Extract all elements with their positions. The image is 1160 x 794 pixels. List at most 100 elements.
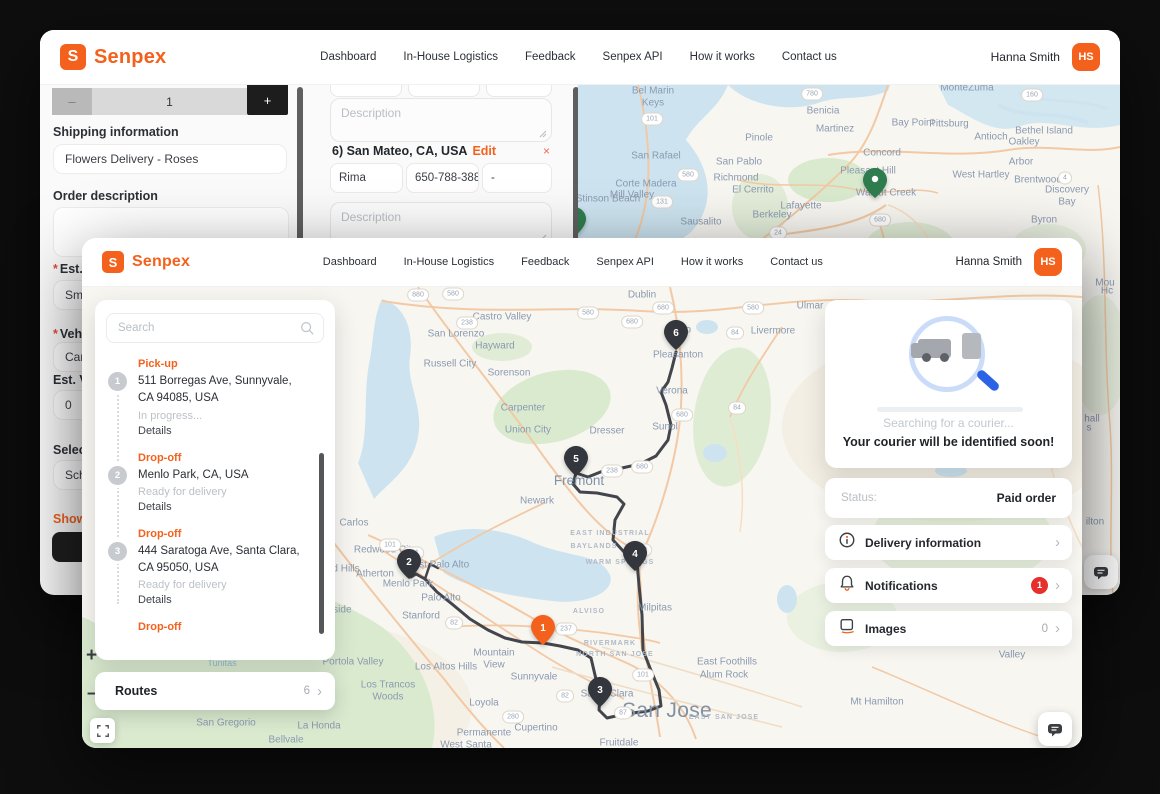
- svg-text:6: 6: [673, 328, 679, 339]
- fullscreen-icon: [96, 724, 110, 738]
- stop-address: 444 Saratoga Ave, Santa Clara, CA 95050,…: [138, 543, 310, 578]
- map-marker-5[interactable]: 5: [564, 446, 588, 481]
- menu-row-delivery-information[interactable]: Delivery information›: [825, 525, 1072, 560]
- nav-links: Dashboard In-House Logistics Feedback Senpe…: [320, 51, 837, 63]
- bell-icon: [838, 574, 856, 597]
- notification-badge: 1: [1031, 577, 1048, 594]
- status-value: Paid order: [997, 491, 1056, 505]
- input-stub[interactable]: [408, 85, 480, 97]
- field-label: *Est.: [53, 262, 83, 276]
- field-label: *Vehi: [53, 327, 86, 341]
- chevron-right-icon: ›: [1055, 621, 1060, 636]
- map-marker-3[interactable]: 3: [588, 677, 612, 712]
- nav-item-how-it-works[interactable]: How it works: [690, 51, 755, 63]
- stop-type: Drop-off: [138, 621, 310, 633]
- user-avatar[interactable]: HS: [1034, 248, 1062, 276]
- map-marker[interactable]: [578, 207, 586, 242]
- nav-item-in-house-logistics[interactable]: In-House Logistics: [403, 51, 498, 63]
- stop-6-remove-icon[interactable]: ×: [543, 144, 550, 158]
- svg-text:2: 2: [406, 557, 412, 568]
- courier-message: Your courier will be identified soon!: [825, 435, 1072, 449]
- stop-6-edit-link[interactable]: Edit: [472, 144, 496, 158]
- order-description-label: Order description: [53, 189, 158, 203]
- stop-status: Ready for delivery: [138, 486, 249, 498]
- search-box: [106, 313, 324, 343]
- senpex-logo[interactable]: S Senpex: [60, 44, 166, 70]
- input-stub[interactable]: [330, 85, 402, 97]
- user-name: Hanna Smith: [991, 50, 1060, 64]
- map-marker-6[interactable]: 6: [664, 320, 688, 355]
- nav-item-feedback[interactable]: Feedback: [525, 51, 576, 63]
- nav-item-contact-us[interactable]: Contact us: [782, 51, 837, 63]
- stop-address: 511 Borregas Ave, Sunnyvale, CA 94085, U…: [138, 373, 310, 408]
- map-marker[interactable]: [863, 168, 887, 203]
- shipping-information-label: Shipping information: [53, 125, 179, 139]
- contact-ext-input[interactable]: -: [482, 163, 552, 193]
- input-stub[interactable]: [486, 85, 552, 97]
- status-card: Status: Paid order: [825, 478, 1072, 518]
- nav-item-dashboard[interactable]: Dashboard: [323, 256, 377, 268]
- routes-label: Routes: [115, 684, 157, 698]
- nav-user: Hanna Smith HS: [956, 248, 1062, 276]
- chevron-right-icon: ›: [1055, 535, 1060, 550]
- senpex-logo[interactable]: S Senpex: [102, 251, 190, 273]
- senpex-logo-icon: S: [102, 251, 124, 273]
- nav-item-in-house-logistics[interactable]: In-House Logistics: [404, 256, 495, 268]
- route-stop-1: 1Pick-up511 Borregas Ave, Sunnyvale, CA …: [106, 358, 324, 437]
- chat-button[interactable]: [1084, 555, 1118, 589]
- user-avatar[interactable]: HS: [1072, 43, 1100, 71]
- searching-text: Searching for a courier...: [825, 416, 1072, 430]
- quantity-value[interactable]: 1: [92, 88, 247, 115]
- resize-handle-icon: [539, 130, 547, 138]
- route-stops-list: 1Pick-up511 Borregas Ave, Sunnyvale, CA …: [106, 358, 324, 634]
- contact-name-input[interactable]: Rima: [330, 163, 403, 193]
- chat-button[interactable]: [1038, 712, 1072, 746]
- info-icon: [838, 531, 856, 554]
- stop-status: Ready for delivery: [138, 579, 310, 591]
- map-marker-1[interactable]: 1: [531, 615, 555, 650]
- user-name: Hanna Smith: [956, 256, 1022, 268]
- map-marker-4[interactable]: 4: [623, 541, 647, 576]
- fullscreen-button[interactable]: [90, 718, 115, 743]
- search-icon: [299, 320, 315, 336]
- search-input[interactable]: [106, 313, 324, 343]
- stop-details-link[interactable]: Details: [138, 425, 310, 437]
- route-stops-panel: 1Pick-up511 Borregas Ave, Sunnyvale, CA …: [95, 300, 335, 660]
- stop-details-link[interactable]: Details: [138, 594, 310, 606]
- routes-bar[interactable]: Routes 6 ›: [95, 672, 335, 710]
- stop-details-link[interactable]: Details: [138, 501, 249, 513]
- stop-number-badge: 1: [108, 372, 127, 391]
- svg-text:1: 1: [540, 623, 546, 634]
- menu-label: Images: [865, 622, 906, 636]
- quantity-decrease-button[interactable]: –: [52, 88, 92, 115]
- chat-icon: [1091, 562, 1111, 582]
- nav-item-dashboard[interactable]: Dashboard: [320, 51, 376, 63]
- field-label: Selec: [53, 443, 86, 457]
- nav-item-senpex-api[interactable]: Senpex API: [603, 51, 663, 63]
- quantity-increase-button[interactable]: +: [247, 85, 288, 115]
- contact-phone-input[interactable]: 650-788-388: [406, 163, 479, 193]
- menu-row-notifications[interactable]: Notifications1›: [825, 568, 1072, 603]
- stop-address: Menlo Park, CA, USA: [138, 467, 249, 484]
- stop-description-textarea[interactable]: Description: [330, 98, 552, 142]
- nav-item-how-it-works[interactable]: How it works: [681, 256, 743, 268]
- description-placeholder: Description: [341, 210, 401, 224]
- routes-count: 6: [304, 685, 310, 697]
- chat-icon: [1045, 719, 1065, 739]
- truck-icon: [918, 339, 951, 358]
- quantity-stepper: – 1 +: [52, 85, 288, 115]
- nav-item-contact-us[interactable]: Contact us: [770, 256, 823, 268]
- images-icon: [838, 617, 856, 640]
- list-scrollbar[interactable]: [319, 453, 324, 634]
- top-navbar: S Senpex Dashboard In-House Logistics Feed…: [82, 238, 1082, 287]
- map-marker-2[interactable]: 2: [397, 549, 421, 584]
- svg-text:3: 3: [597, 685, 603, 696]
- nav-item-feedback[interactable]: Feedback: [521, 256, 569, 268]
- shipping-name-input[interactable]: Flowers Delivery - Roses: [53, 144, 287, 174]
- courier-search-illustration: [869, 314, 1029, 406]
- stop-number-badge: 3: [108, 542, 127, 561]
- route-stop-3: 3Drop-off444 Saratoga Ave, Santa Clara, …: [106, 528, 324, 607]
- courier-search-card: Searching for a courier... Your courier …: [825, 300, 1072, 468]
- menu-row-images[interactable]: Images0›: [825, 611, 1072, 646]
- nav-item-senpex-api[interactable]: Senpex API: [596, 256, 654, 268]
